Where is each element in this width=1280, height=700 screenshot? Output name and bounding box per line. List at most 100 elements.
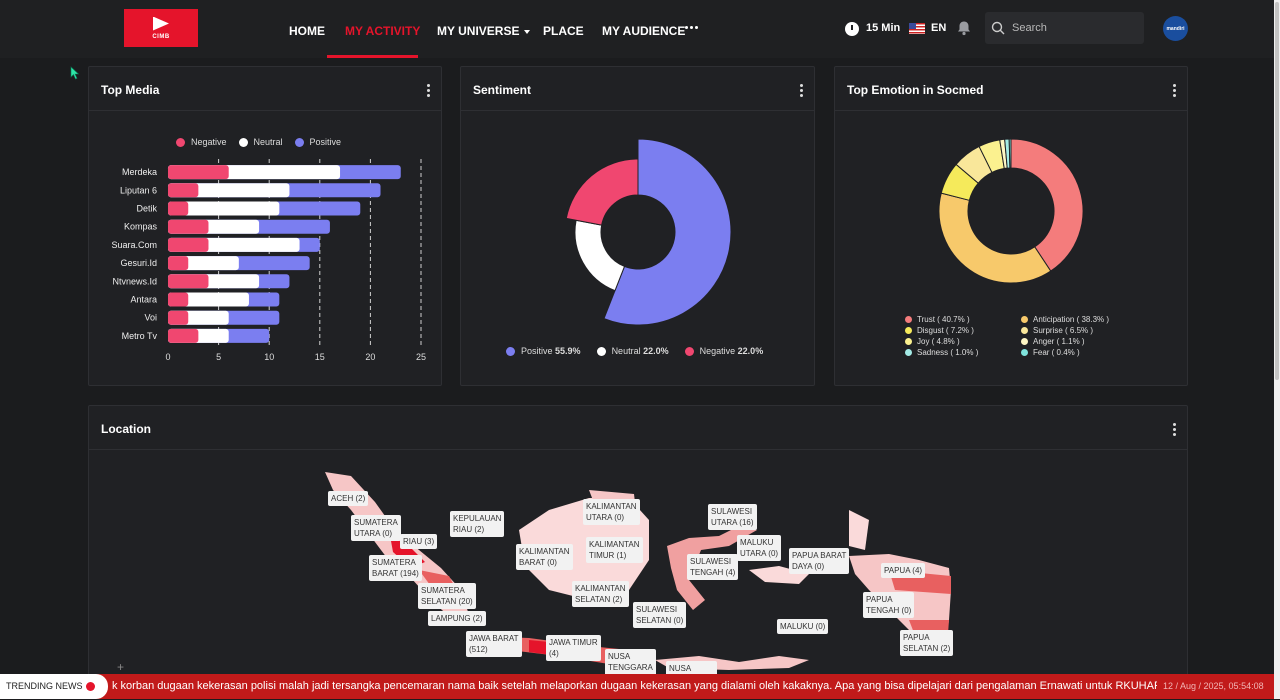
map-region-label[interactable]: SULAWESI SELATAN (0) <box>633 602 687 628</box>
bar-negative <box>168 165 229 180</box>
notification-bell-icon[interactable] <box>956 20 972 36</box>
emotion-legend-dot <box>905 316 912 323</box>
emotion-legend-dot <box>905 349 912 356</box>
nav-my-universe-label: MY UNIVERSE <box>437 24 520 38</box>
emotion-legend-dot <box>1021 349 1028 356</box>
emotion-slice <box>1008 138 1012 169</box>
x-tick-label: 25 <box>416 352 426 362</box>
x-tick-label: 5 <box>216 352 221 362</box>
bar-negative <box>168 183 199 198</box>
nav-my-universe[interactable]: MY UNIVERSE <box>437 0 531 58</box>
language-selector[interactable]: EN <box>931 22 946 34</box>
map-region-label[interactable]: SULAWESI UTARA (16) <box>708 504 757 530</box>
nav-my-activity[interactable]: MY ACTIVITY <box>345 0 420 58</box>
emotion-legend-label: Sadness ( 1.0% ) <box>917 348 979 357</box>
search-box[interactable] <box>985 12 1144 44</box>
trending-news-text[interactable]: k korban dugaan kekerasan polisi malah j… <box>112 674 1157 699</box>
brand-logo[interactable]: CIMB <box>124 9 198 47</box>
map-region-label[interactable]: PAPUA SELATAN (2) <box>900 630 954 656</box>
map-region-label[interactable]: RIAU (3) <box>400 534 438 549</box>
top-media-card: Top Media Negative Neutral Positive 0 5 10… <box>88 66 442 386</box>
us-flag-icon[interactable] <box>909 23 925 34</box>
map-region-label[interactable]: PAPUA BARAT DAYA (0) <box>789 548 850 574</box>
location-title: Location <box>101 422 151 436</box>
category-label: Liputan 6 <box>120 185 157 195</box>
sentiment-positive-value: 55.9% <box>555 346 581 356</box>
sentiment-positive-label: Positive <box>521 346 553 356</box>
top-navigation-bar: CIMB HOME MY ACTIVITY MY UNIVERSE PLACE … <box>0 0 1280 58</box>
category-label: Ntvnews.Id <box>112 276 157 286</box>
map-region-label[interactable]: SUMATERA BARAT (194) <box>369 555 422 581</box>
category-label: Detik <box>136 204 157 214</box>
location-menu-icon[interactable] <box>1172 423 1176 436</box>
emotion-legend-item: Trust ( 40.7% ) <box>905 315 970 324</box>
emotion-legend-label: Fear ( 0.4% ) <box>1033 348 1080 357</box>
sentiment-slice <box>565 158 639 226</box>
top-media-legend: Negative Neutral Positive <box>176 137 341 147</box>
map-region-label[interactable]: KEPULAUAN RIAU (2) <box>450 511 505 537</box>
sentiment-neutral-value: 22.0% <box>643 346 669 356</box>
nav-home[interactable]: HOME <box>289 0 325 58</box>
scrollbar-thumb[interactable] <box>1275 2 1279 380</box>
map-region-label[interactable]: KALIMANTAN UTARA (0) <box>583 499 640 525</box>
sentiment-neutral-label: Neutral <box>611 346 641 356</box>
legend-positive-label: Positive <box>309 137 342 147</box>
emotion-legend-label: Anger ( 1.1% ) <box>1033 337 1085 346</box>
legend-neutral-label: Neutral <box>253 137 283 147</box>
user-avatar[interactable]: mandiri <box>1163 16 1188 41</box>
category-label: Suara.Com <box>111 240 157 250</box>
map-region-label[interactable]: MALUKU UTARA (0) <box>737 535 782 561</box>
sentiment-menu-icon[interactable] <box>799 84 803 97</box>
map-region-label[interactable]: KALIMANTAN TIMUR (1) <box>586 537 643 563</box>
refresh-interval[interactable]: 15 Min <box>866 22 900 34</box>
logo-mark-icon <box>153 16 169 31</box>
map-region-label[interactable]: SUMATERA UTARA (0) <box>351 515 401 541</box>
emotion-legend-dot <box>905 338 912 345</box>
emotion-menu-icon[interactable] <box>1172 84 1176 97</box>
category-label: Metro Tv <box>122 331 158 341</box>
map-region-label[interactable]: LAMPUNG (2) <box>428 611 486 626</box>
emotion-legend-item: Anticipation ( 38.3% ) <box>1021 315 1109 324</box>
legend-neutral-dot <box>596 346 606 356</box>
map-region-label[interactable]: JAWA TIMUR (4) <box>546 635 601 661</box>
map-region-label[interactable]: KALIMANTAN SELATAN (2) <box>572 581 629 607</box>
emotion-legend-dot <box>1021 338 1028 345</box>
emotion-legend-item: Surprise ( 6.5% ) <box>1021 326 1093 335</box>
x-tick-label: 15 <box>315 352 325 362</box>
map-region-label[interactable]: SUMATERA SELATAN (20) <box>418 583 476 609</box>
emotion-legend-dot <box>1021 316 1028 323</box>
nav-place[interactable]: PLACE <box>543 0 584 58</box>
emotion-legend-label: Surprise ( 6.5% ) <box>1033 326 1094 335</box>
top-media-bar-chart: 0 5 10 15 20 25 Merdeka Liputan 6 Detik Kompas Sua… <box>111 159 426 362</box>
search-input[interactable] <box>1012 20 1132 36</box>
sentiment-title: Sentiment <box>473 83 532 97</box>
map-region-label[interactable]: PAPUA (4) <box>881 563 926 578</box>
emotion-legend-item: Anger ( 1.1% ) <box>1021 337 1085 346</box>
emotion-legend-label: Trust ( 40.7% ) <box>917 315 970 324</box>
map-region-label[interactable]: SULAWESI TENGAH (4) <box>687 554 739 580</box>
emotion-legend-label: Anticipation ( 38.3% ) <box>1033 315 1110 324</box>
map-region-label[interactable]: KALIMANTAN BARAT (0) <box>516 544 573 570</box>
page-scrollbar[interactable] <box>1274 0 1280 699</box>
zoom-in-button[interactable]: + <box>117 660 124 674</box>
bar-negative <box>168 328 199 343</box>
legend-negative-dot <box>176 137 185 147</box>
map-region-label[interactable]: ACEH (2) <box>328 491 369 506</box>
map-region-label[interactable]: JAWA BARAT (512) <box>466 631 522 657</box>
nav-my-audience[interactable]: MY AUDIENCE <box>602 0 685 58</box>
category-label: Merdeka <box>122 167 157 177</box>
legend-positive-dot <box>506 346 515 356</box>
emotion-legend-dot <box>905 327 912 334</box>
category-label: Gesuri.Id <box>120 258 157 268</box>
map-region-label[interactable]: MALUKU (0) <box>777 619 829 634</box>
map-region-label[interactable]: PAPUA TENGAH (0) <box>863 592 915 618</box>
bar-negative <box>168 274 209 289</box>
category-label: Kompas <box>124 222 158 232</box>
location-card: Location ACEH (2) SUMATERA UTARA (0) KEPUL… <box>88 405 1188 699</box>
more-menu-icon[interactable] <box>685 26 698 29</box>
active-nav-indicator <box>327 55 418 58</box>
clock-icon <box>845 22 859 36</box>
mouse-cursor-icon <box>70 66 80 80</box>
top-media-menu-icon[interactable] <box>426 84 430 97</box>
bar-negative <box>168 292 189 307</box>
